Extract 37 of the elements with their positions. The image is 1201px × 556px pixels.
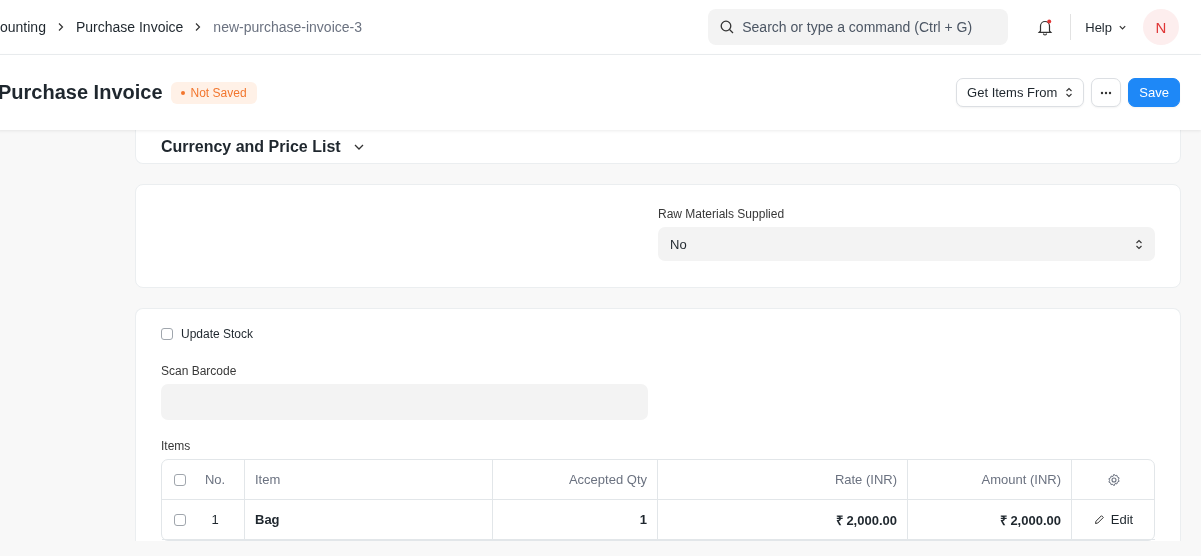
ellipsis-icon [1100,90,1113,95]
checkbox-label: Update Stock [181,327,254,341]
table-label: Items [161,439,191,453]
breadcrumb-link[interactable]: Purchase Invoice [75,19,184,35]
column-header: Accepted Qty [493,460,658,500]
settings-icon[interactable] [1106,472,1121,487]
pencil-icon [1093,514,1105,525]
up-down-arrows-icon [1135,238,1143,250]
edit-button[interactable]: Edit [1093,512,1134,527]
field-label: Raw Materials Supplied [658,207,785,221]
section-toggle[interactable]: Currency and Price List [161,137,365,156]
select-field[interactable]: No [658,227,1155,261]
column-header: Item [245,460,493,500]
checkbox[interactable] [174,513,186,526]
table-cell: ₹ 2,000.00 [908,500,1072,540]
table-cell: ₹ 2,000.00 [658,500,908,540]
page-title: Purchase Invoice [0,81,163,104]
row-number: 1 [210,512,220,527]
up-down-arrows-icon [1065,87,1074,98]
table-cell: Bag [245,500,493,540]
checkbox[interactable] [174,473,186,486]
table-cell: 1 [493,500,658,540]
search-field[interactable]: Search or type a command (Ctrl + G) [708,9,1009,45]
field-label: Scan Barcode [161,364,237,378]
status-badge: Not Saved [170,81,257,104]
column-header: Rate (INR) [658,460,908,500]
breadcrumb-link[interactable]: ounting [0,19,46,35]
user-avatar[interactable]: N [1143,9,1179,45]
help-menu[interactable]: Help [1085,19,1127,35]
checkbox[interactable] [161,328,173,340]
breadcrumb-link[interactable]: new-purchase-invoice-3 [213,19,362,35]
more-button[interactable] [1091,78,1122,107]
column-header: Amount (INR) [908,460,1072,500]
bell-icon[interactable] [1036,18,1055,36]
save-button[interactable]: Save [1128,78,1180,107]
column-header: No. [204,472,226,487]
get-items-dropdown[interactable]: Get Items From [956,78,1085,107]
